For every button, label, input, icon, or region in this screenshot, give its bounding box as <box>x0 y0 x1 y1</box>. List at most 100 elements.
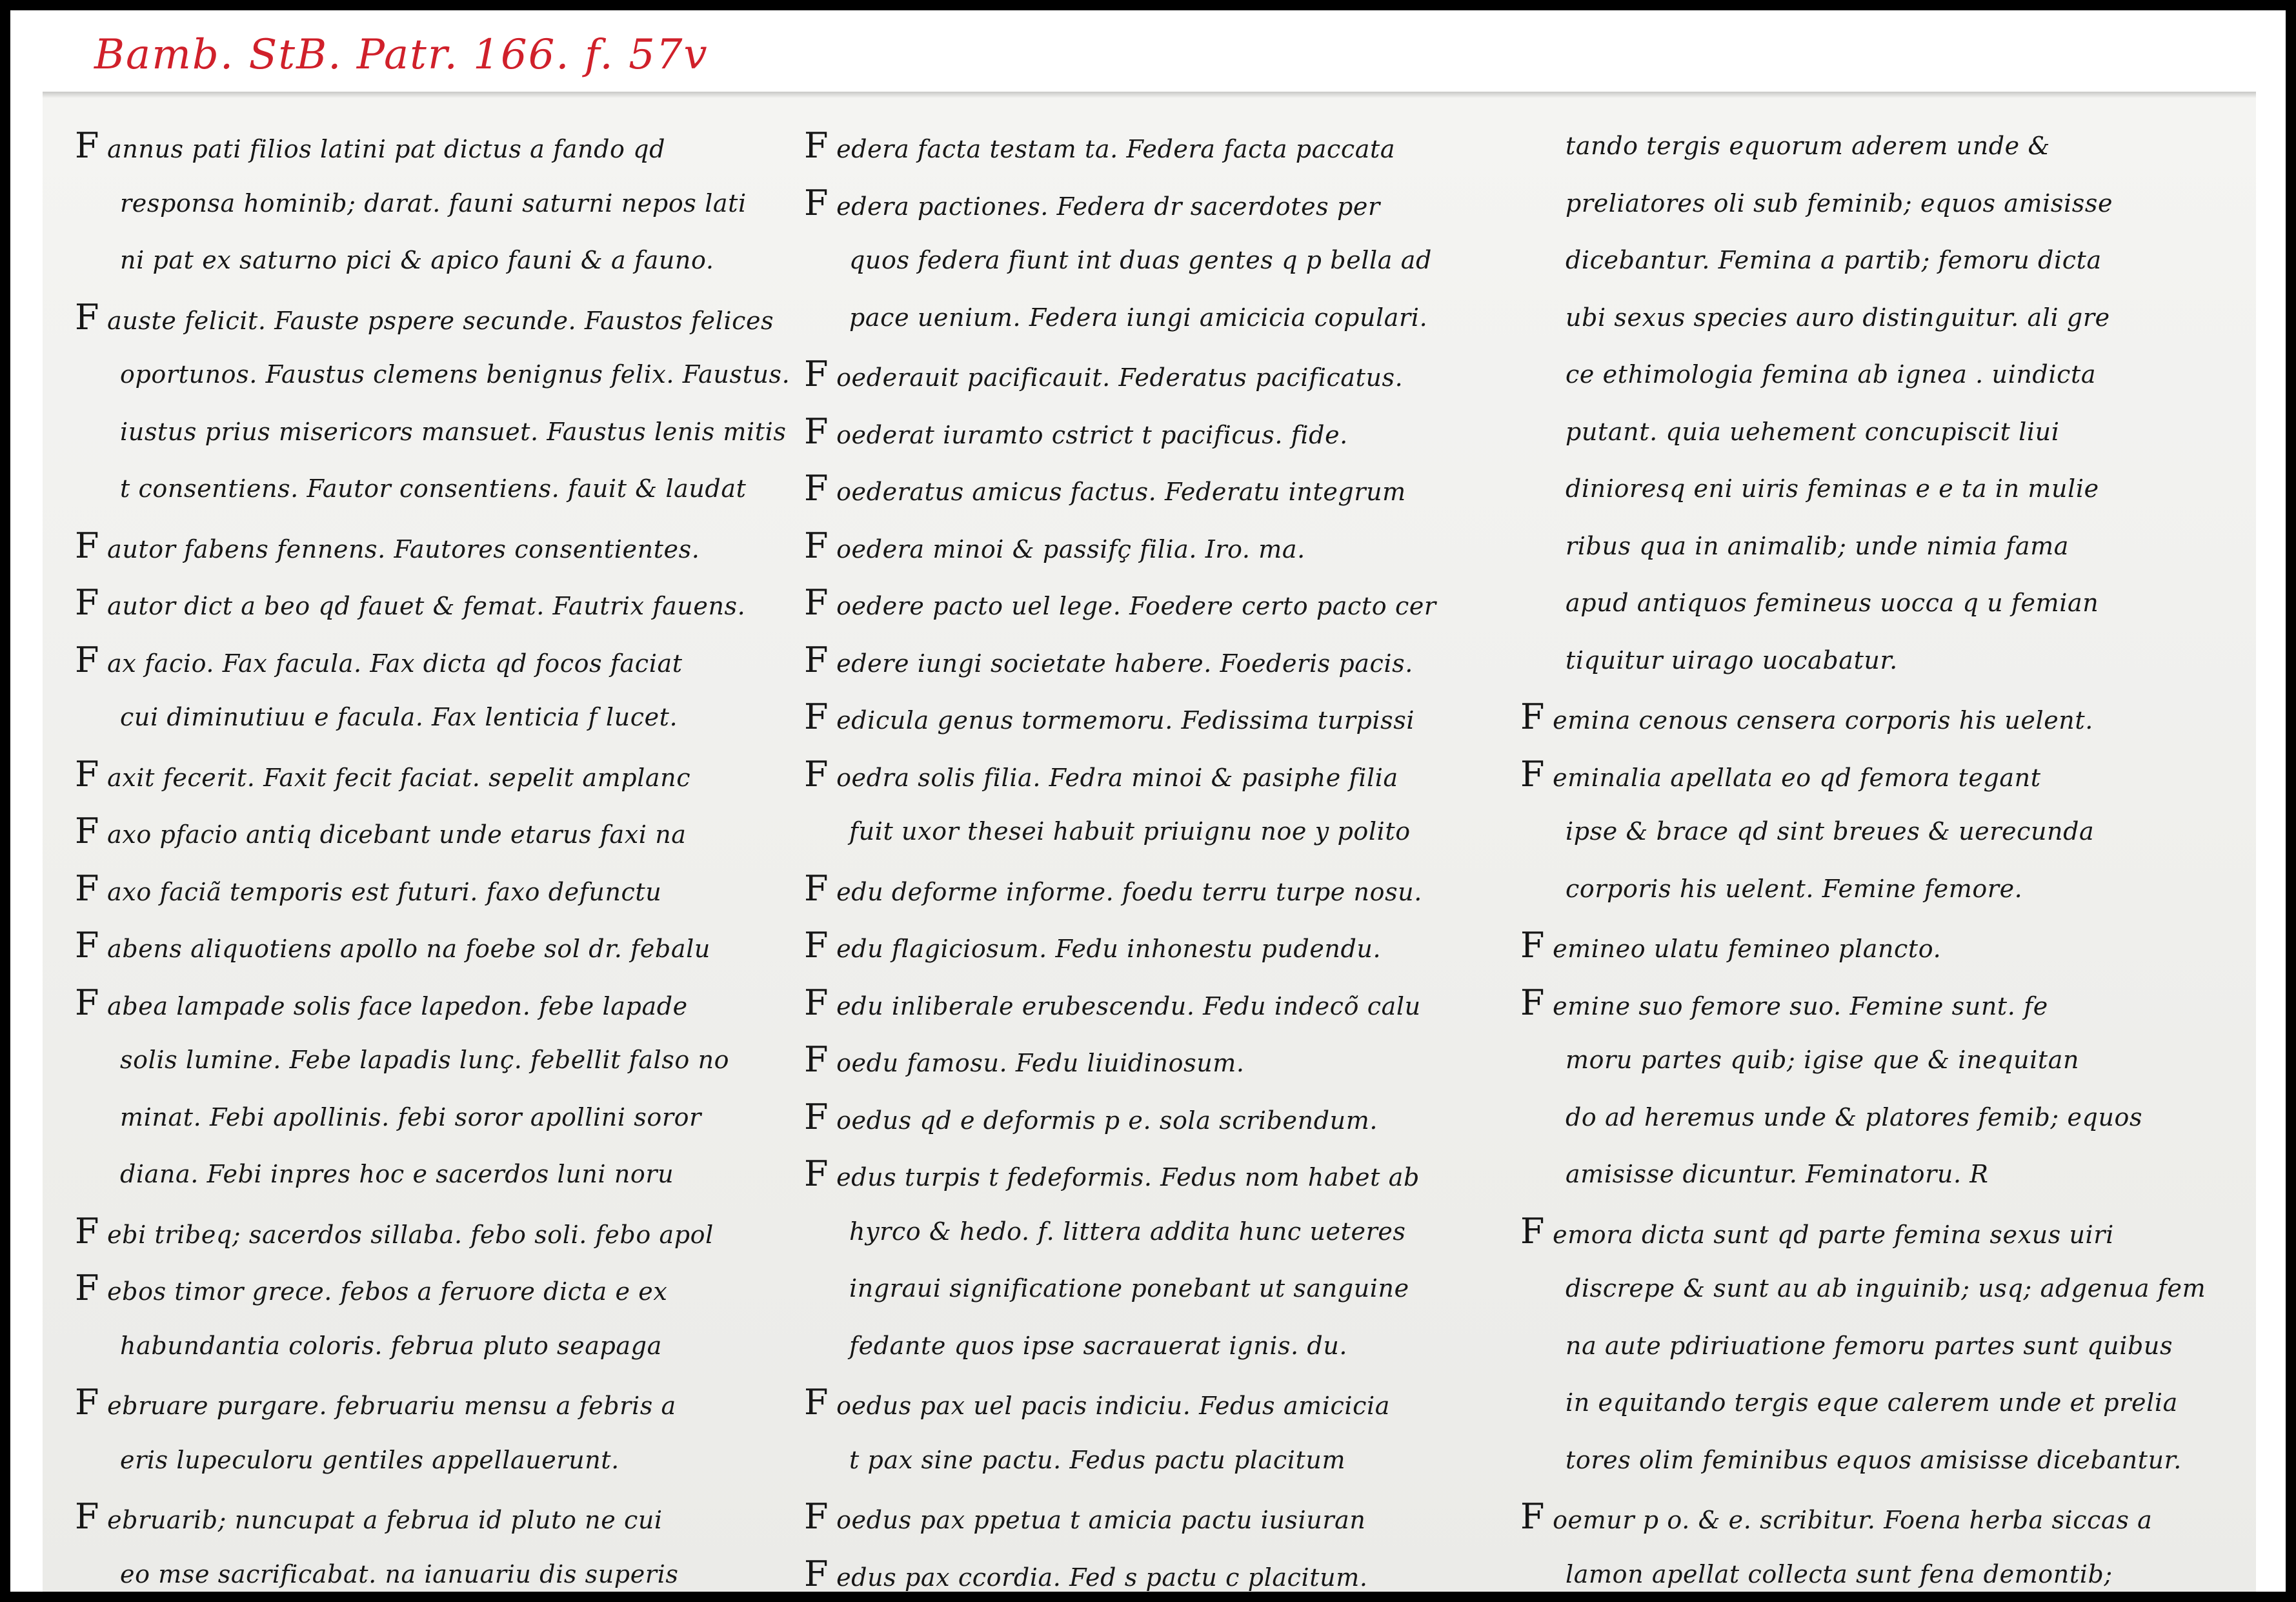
line-text: ebruare purgare. februariu mensu a febri… <box>107 1392 676 1420</box>
page-sheet: Bamb. StB. Patr. 166. f. 57v Fannus pati… <box>10 10 2286 1592</box>
line-text: oedus pax ppetua t amicia pactu iusiuran <box>836 1506 1366 1534</box>
manuscript-line: Fannus pati filios latini pat dictus a f… <box>75 117 798 175</box>
line-text: solis lumine. Febe lapadis lunç. febelli… <box>120 1046 730 1074</box>
initial-letter: F <box>75 525 100 566</box>
initial-letter: F <box>804 1496 829 1537</box>
line-text: quos federa fiunt int duas gentes q p be… <box>849 246 1432 274</box>
manuscript-photo: Fannus pati filios latini pat dictus a f… <box>43 92 2256 1592</box>
manuscript-line: cui diminutiuu e facula. Fax lenticia f … <box>75 689 798 746</box>
manuscript-line: solis lumine. Febe lapadis lunç. febelli… <box>75 1031 798 1089</box>
line-text: dicebantur. Femina a partib; femoru dict… <box>1566 246 2102 274</box>
line-text: emora dicta sunt qd parte femina sexus u… <box>1553 1220 2114 1249</box>
line-text: oedera minoi & passifç filia. Iro. ma. <box>836 534 1305 563</box>
line-text: edus turpis t fedeformis. Fedus nom habe… <box>836 1163 1420 1191</box>
line-text: ax facio. Fax facula. Fax dicta qd focos… <box>107 649 683 678</box>
manuscript-line: t pax sine pactu. Fedus pactu placitum <box>804 1432 1527 1489</box>
line-text: moru partes quib; igise que & inequitan <box>1566 1046 2080 1074</box>
initial-letter: F <box>75 753 100 795</box>
line-text: eminalia apellata eo qd femora tegant <box>1553 763 2041 792</box>
line-text: emine suo femore suo. Femine sunt. fe <box>1553 991 2048 1020</box>
manuscript-line: putant. quia uehement concupiscit liui <box>1520 403 2237 461</box>
manuscript-line: ubi sexus species auro distinguitur. ali… <box>1520 289 2237 347</box>
line-text: oedus qd e deformis p e. sola scribendum… <box>836 1106 1378 1135</box>
line-text: edera facta testam ta. Federa facta pacc… <box>836 135 1396 163</box>
line-text: oedus pax uel pacis indiciu. Fedus amici… <box>836 1392 1390 1420</box>
initial-letter: F <box>75 811 100 851</box>
column-middle: Federa facta testam ta. Federa facta pac… <box>804 117 1527 1592</box>
initial-letter: F <box>804 582 829 623</box>
line-text: t consentiens. Fautor consentiens. fauit… <box>120 474 747 503</box>
initial-letter: F <box>804 1153 829 1194</box>
initial-letter: F <box>75 982 100 1023</box>
line-text: oedra solis filia. Fedra minoi & pasiphe… <box>836 763 1398 792</box>
initial-letter: F <box>804 411 829 452</box>
line-text: axo faciã temporis est futuri. faxo defu… <box>107 877 662 906</box>
manuscript-line: Foedere pacto uel lege. Foedere certo pa… <box>804 574 1527 632</box>
line-text: iustus prius misericors mansuet. Faustus… <box>120 417 787 446</box>
manuscript-line: pace uenium. Federa iungi amicicia copul… <box>804 289 1527 347</box>
manuscript-line: preliatores oli sub feminib; equos amisi… <box>1520 175 2237 232</box>
line-text: ebos timor grece. febos a feruore dicta … <box>107 1277 668 1306</box>
initial-letter: F <box>804 696 829 737</box>
column-right: tando tergis equorum aderem unde & prelia… <box>1520 117 2237 1592</box>
line-text: eo mse sacrificabat. na ianuariu dis sup… <box>120 1559 679 1588</box>
manuscript-line: Faxit fecerit. Faxit fecit faciat. sepel… <box>75 746 798 804</box>
manuscript-line: quos federa fiunt int duas gentes q p be… <box>804 232 1527 289</box>
manuscript-line: Feminalia apellata eo qd femora tegant <box>1520 746 2237 804</box>
manuscript-line: Femineo ulatu femineo plancto. <box>1520 917 2237 975</box>
manuscript-line: discrepe & sunt au ab inguinib; usq; adg… <box>1520 1260 2237 1317</box>
manuscript-line: do ad heremus unde & platores femib; equ… <box>1520 1089 2237 1146</box>
line-text: t pax sine pactu. Fedus pactu placitum <box>849 1445 1346 1474</box>
manuscript-line: Fautor fabens fennens. Fautores consenti… <box>75 518 798 575</box>
line-text: auste felicit. Fauste psperе secunde. Fa… <box>107 306 774 335</box>
manuscript-line: Foederauit pacificauit. Federatus pacifi… <box>804 346 1527 403</box>
initial-letter: F <box>75 1210 100 1252</box>
line-text: ebi tribeq; sacerdos sillaba. febo soli.… <box>107 1220 714 1249</box>
manuscript-line: Femora dicta sunt qd parte femina sexus … <box>1520 1203 2237 1261</box>
manuscript-line: eo mse sacrificabat. na ianuariu dis sup… <box>75 1546 798 1592</box>
line-text: preliatores oli sub feminib; equos amisi… <box>1566 188 2113 218</box>
line-text: putant. quia uehement concupiscit liui <box>1566 417 2060 446</box>
manuscript-line: ce ethimologia femina ab ignea . uindict… <box>1520 346 2237 403</box>
manuscript-line: Foedu famosu. Fedu liuidinosum. <box>804 1031 1527 1089</box>
initial-letter: F <box>75 639 100 680</box>
manuscript-line: Februare purgare. februariu mensu a febr… <box>75 1374 798 1432</box>
manuscript-line: t consentiens. Fautor consentiens. fauit… <box>75 460 798 518</box>
initial-letter: F <box>75 1382 100 1423</box>
initial-letter: F <box>75 582 100 623</box>
manuscript-line: Fedu deforme informe. foedu terru turpe … <box>804 860 1527 918</box>
line-text: hyrco & hedo. f. littera addita hunc uet… <box>849 1217 1406 1246</box>
line-text: pace uenium. Federa iungi amicicia copul… <box>849 303 1428 332</box>
manuscript-line: ipse & brace qd sint breues & uerecunda <box>1520 803 2237 860</box>
manuscript-line: Foedera minoi & passifç filia. Iro. ma. <box>804 518 1527 575</box>
initial-letter: F <box>75 1496 100 1537</box>
line-text: edera pactiones. Federa dr sacerdotes pe… <box>836 192 1380 221</box>
manuscript-line: Fax facio. Fax facula. Fax dicta qd foco… <box>75 632 798 689</box>
initial-letter: F <box>804 1553 829 1592</box>
line-text: axit fecerit. Faxit fecit faciat. sepeli… <box>107 763 691 792</box>
line-text: tando tergis equorum aderem unde & <box>1566 132 2050 160</box>
line-text: discrepe & sunt au ab inguinib; usq; adg… <box>1566 1274 2206 1303</box>
manuscript-line: amisisse dicuntur. Feminatoru. R <box>1520 1146 2237 1203</box>
initial-letter: F <box>75 867 100 909</box>
manuscript-line: ingraui significatione ponebant ut sangu… <box>804 1260 1527 1317</box>
line-text: oemur p o. & e. scribitur. Foena herba s… <box>1553 1506 2153 1534</box>
line-text: edere iungi societate habere. Foederis p… <box>836 649 1413 678</box>
manuscript-line: oportunos. Faustus clemens benignus feli… <box>75 346 798 403</box>
initial-letter: F <box>75 296 100 338</box>
line-text: abea lampade solis face lapedon. febe la… <box>107 991 688 1020</box>
shelfmark-label: Bamb. StB. Patr. 166. f. 57v <box>94 31 709 79</box>
manuscript-line: Fedu inliberale erubescendu. Fedu indecõ… <box>804 975 1527 1032</box>
manuscript-line: lamon apellat collecta sunt fena demonti… <box>1520 1546 2237 1592</box>
manuscript-line: Foedus qd e deformis p e. sola scribendu… <box>804 1089 1527 1146</box>
manuscript-line: tores olim feminibus equos amisisse dice… <box>1520 1432 2237 1489</box>
initial-letter: F <box>804 525 829 566</box>
line-text: edicula genus tormemoru. Fedissima turpi… <box>836 706 1415 735</box>
manuscript-line: Fautor dict a beo qd fauet & femat. Faut… <box>75 574 798 632</box>
manuscript-line: na aute pdiriuatione femoru partes sunt … <box>1520 1317 2237 1375</box>
line-text: ni pat ex saturno pici & apico fauni & a… <box>120 246 714 274</box>
line-text: axo pfacio antiq dicebant unde etarus fa… <box>107 820 687 849</box>
manuscript-line: corporis his uelent. Femine femore. <box>1520 860 2237 918</box>
line-text: oederatus amicus factus. Federatu integr… <box>836 478 1406 506</box>
line-text: edu deforme informe. foedu terru turpe n… <box>836 877 1422 906</box>
